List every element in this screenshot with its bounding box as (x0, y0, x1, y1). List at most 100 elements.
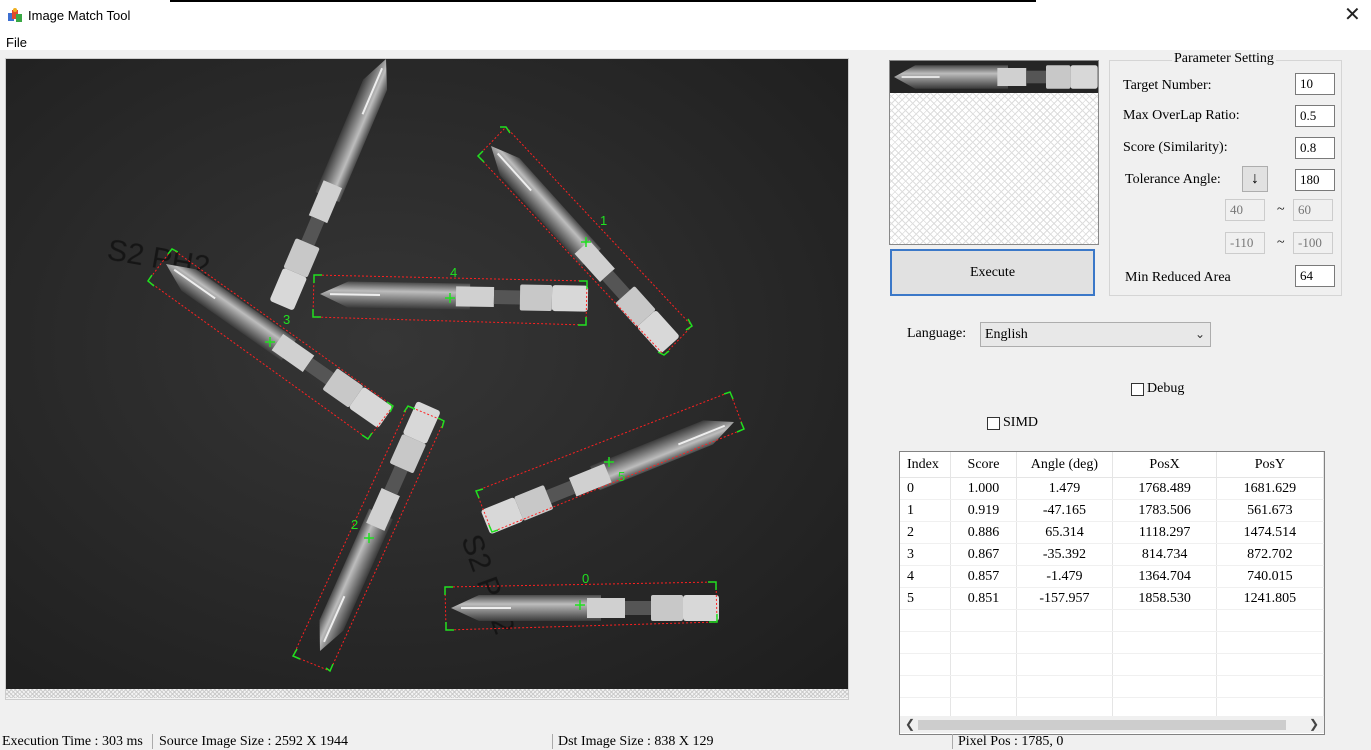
simd-label: SIMD (1003, 415, 1039, 430)
arrow-down-icon[interactable]: ↓ (1242, 166, 1268, 192)
match-label-3: 3 (283, 312, 290, 327)
scroll-right-icon[interactable]: ❯ (1309, 716, 1319, 733)
table-row[interactable]: 4 0.857 -1.479 1364.704 740.015 (900, 565, 1324, 588)
range2-max-field[interactable]: -100 (1293, 232, 1333, 254)
table-row[interactable]: 5 0.851 -157.957 1858.530 1241.805 (900, 587, 1324, 610)
cell-index: 1 (900, 499, 952, 522)
parameter-legend: Parameter Setting (1172, 51, 1276, 67)
table-header-row: Index Score Angle (deg) PosX PosY (900, 452, 1324, 478)
cell-index: 4 (900, 565, 952, 588)
language-label: Language: (907, 326, 967, 341)
menu-bar: File (0, 32, 1371, 50)
cell-score: 1.000 (950, 477, 1017, 500)
debug-label: Debug (1147, 381, 1185, 396)
image-canvas[interactable]: S2 PH2 S2 PH2 0 1 2 3 4 5 (5, 58, 849, 700)
column-header[interactable]: Index (900, 452, 952, 478)
cell-index: 3 (900, 543, 952, 566)
column-header[interactable]: Angle (deg) (1016, 452, 1114, 478)
table-row-empty (900, 653, 1324, 676)
table-row-empty (900, 675, 1324, 698)
cell-angle: 65.314 (1016, 521, 1114, 544)
score-label: Score (Similarity): (1123, 140, 1228, 155)
chevron-down-icon: ⌄ (1194, 327, 1205, 341)
debug-checkbox[interactable] (1131, 383, 1144, 396)
match-label-4: 4 (450, 265, 457, 280)
range2-tilde: ~ (1277, 235, 1285, 250)
cell-posy: 740.015 (1216, 565, 1324, 588)
cell-score: 0.867 (950, 543, 1017, 566)
status-execution-time: Execution Time : 303 ms (2, 734, 143, 749)
cell-posx: 1118.297 (1112, 521, 1217, 544)
language-select[interactable]: English ⌄ (980, 322, 1211, 347)
cell-posy: 872.702 (1216, 543, 1324, 566)
cell-posx: 1783.506 (1112, 499, 1217, 522)
score-field[interactable]: 0.8 (1295, 137, 1335, 159)
column-header[interactable]: PosX (1112, 452, 1217, 478)
scroll-left-icon[interactable]: ❮ (905, 716, 915, 733)
status-bar: Execution Time : 303 ms Source Image Siz… (0, 734, 1371, 749)
cell-posx: 1858.530 (1112, 587, 1217, 610)
table-row[interactable]: 1 0.919 -47.165 1783.506 561.673 (900, 499, 1324, 522)
template-image (890, 61, 1098, 93)
max-overlap-field[interactable]: 0.5 (1295, 105, 1335, 127)
title-bar: Image Match Tool ✕ (0, 0, 1371, 32)
match-label-0: 0 (582, 571, 589, 586)
cell-score: 0.919 (950, 499, 1017, 522)
template-background (890, 93, 1098, 244)
status-separator (952, 734, 953, 749)
cell-score: 0.886 (950, 521, 1017, 544)
range1-max-field[interactable]: 60 (1293, 199, 1333, 221)
cell-posx: 814.734 (1112, 543, 1217, 566)
target-number-field[interactable]: 10 (1295, 73, 1335, 95)
range1-min-field[interactable]: 40 (1225, 199, 1265, 221)
simd-checkbox[interactable] (987, 417, 1000, 430)
table-row[interactable]: 0 1.000 1.479 1768.489 1681.629 (900, 477, 1324, 500)
target-number-label: Target Number: (1123, 78, 1212, 93)
table-row-empty (900, 609, 1324, 632)
cell-index: 0 (900, 477, 952, 500)
cell-index: 2 (900, 521, 952, 544)
status-separator (152, 734, 153, 749)
template-preview (889, 60, 1099, 245)
cell-angle: -47.165 (1016, 499, 1114, 522)
cell-angle: -35.392 (1016, 543, 1114, 566)
table-row[interactable]: 2 0.886 65.314 1118.297 1474.514 (900, 521, 1324, 544)
column-header[interactable]: PosY (1216, 452, 1324, 478)
cell-angle: -157.957 (1016, 587, 1114, 610)
cell-posy: 561.673 (1216, 499, 1324, 522)
title-bar-edge (170, 0, 1036, 2)
cell-posx: 1768.489 (1112, 477, 1217, 500)
cell-posy: 1241.805 (1216, 587, 1324, 610)
min-reduced-area-field[interactable]: 64 (1295, 265, 1335, 287)
tolerance-angle-field[interactable]: 180 (1295, 169, 1335, 191)
table-row-empty (900, 631, 1324, 654)
status-dst-size: Dst Image Size : 838 X 129 (558, 734, 714, 749)
cell-posy: 1681.629 (1216, 477, 1324, 500)
table-horizontal-scrollbar[interactable]: ❮ ❯ (900, 716, 1324, 733)
cell-score: 0.857 (950, 565, 1017, 588)
source-image: S2 PH2 S2 PH2 0 1 2 3 4 5 (6, 59, 848, 689)
match-label-5: 5 (618, 469, 625, 484)
window-title: Image Match Tool (28, 8, 131, 23)
close-icon[interactable]: ✕ (1344, 3, 1361, 27)
status-pixel-pos: Pixel Pos : 1785, 0 (958, 734, 1064, 749)
execute-button[interactable]: Execute (890, 249, 1095, 296)
range2-min-field[interactable]: -110 (1225, 232, 1265, 254)
language-value: English (985, 327, 1028, 342)
scroll-thumb[interactable] (918, 720, 1286, 730)
match-label-1: 1 (600, 213, 607, 228)
column-header[interactable]: Score (950, 452, 1017, 478)
app-icon (8, 8, 22, 22)
min-reduced-area-label: Min Reduced Area (1125, 270, 1231, 285)
status-separator (552, 734, 553, 749)
cell-posy: 1474.514 (1216, 521, 1324, 544)
cell-score: 0.851 (950, 587, 1017, 610)
status-source-size: Source Image Size : 2592 X 1944 (159, 734, 348, 749)
cell-index: 5 (900, 587, 952, 610)
table-row[interactable]: 3 0.867 -35.392 814.734 872.702 (900, 543, 1324, 566)
results-table[interactable]: Index Score Angle (deg) PosX PosY 0 1.00… (899, 451, 1325, 735)
menu-file[interactable]: File (6, 35, 27, 50)
cell-angle: -1.479 (1016, 565, 1114, 588)
max-overlap-label: Max OverLap Ratio: (1123, 108, 1240, 123)
canvas-scroll-strip (6, 689, 848, 698)
